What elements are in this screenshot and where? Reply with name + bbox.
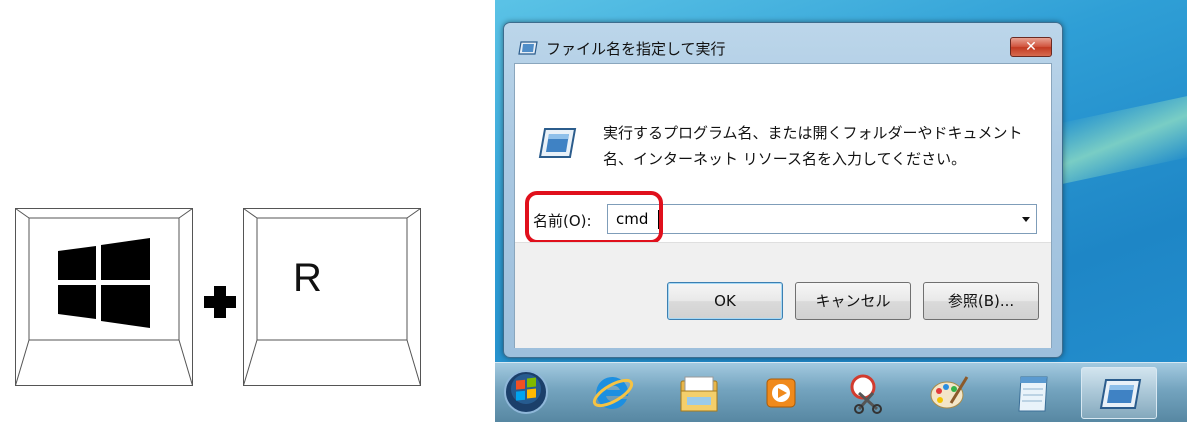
ok-button[interactable]: OK	[667, 282, 783, 320]
internet-explorer-icon[interactable]	[583, 367, 643, 419]
windows-logo-icon	[58, 238, 150, 328]
r-key: R	[243, 208, 421, 386]
dialog-title: ファイル名を指定して実行	[546, 40, 726, 58]
r-key-label: R	[293, 256, 322, 300]
browse-button[interactable]: 参照(B)...	[923, 282, 1039, 320]
name-combobox[interactable]: cmd	[607, 204, 1037, 234]
file-explorer-icon[interactable]	[669, 367, 729, 419]
windows-key	[15, 208, 193, 386]
close-icon: ✕	[1025, 39, 1037, 55]
run-dialog-icon[interactable]	[1081, 367, 1157, 419]
run-dialog: ファイル名を指定して実行 ✕ 実行するプログラム名、または開くフォルダーやドキュ…	[503, 22, 1063, 358]
close-button[interactable]: ✕	[1010, 37, 1052, 57]
snipping-tool-icon[interactable]	[837, 367, 897, 419]
run-title-icon	[518, 41, 538, 55]
taskbar	[495, 362, 1187, 422]
paint-icon[interactable]	[919, 367, 979, 419]
run-program-icon	[538, 128, 577, 158]
input-highlight-annotation	[525, 191, 663, 244]
dialog-client-area: 実行するプログラム名、または開くフォルダーやドキュメント名、インターネット リソ…	[514, 63, 1052, 348]
start-orb-icon[interactable]	[497, 367, 557, 419]
desktop-wallpaper-glow	[1050, 96, 1187, 184]
dialog-titlebar[interactable]: ファイル名を指定して実行 ✕	[504, 23, 1062, 63]
media-player-icon[interactable]	[751, 367, 811, 419]
plus-icon	[200, 282, 240, 322]
dialog-description: 実行するプログラム名、または開くフォルダーやドキュメント名、インターネット リソ…	[603, 124, 1023, 168]
notepad-icon[interactable]	[1003, 367, 1063, 419]
cancel-button[interactable]: キャンセル	[795, 282, 911, 320]
chevron-down-icon[interactable]	[1022, 217, 1030, 222]
